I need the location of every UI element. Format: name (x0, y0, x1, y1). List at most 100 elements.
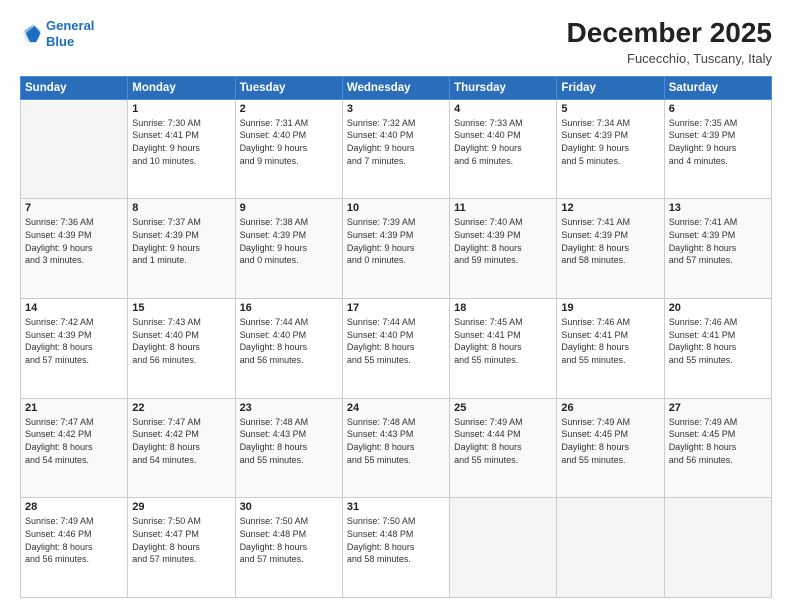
day-number: 8 (132, 202, 230, 214)
calendar-cell: 18Sunrise: 7:45 AM Sunset: 4:41 PM Dayli… (450, 299, 557, 399)
calendar-cell: 25Sunrise: 7:49 AM Sunset: 4:44 PM Dayli… (450, 398, 557, 498)
day-number: 16 (240, 302, 338, 314)
cell-info: Sunrise: 7:49 AM Sunset: 4:45 PM Dayligh… (561, 416, 659, 466)
day-number: 17 (347, 302, 445, 314)
day-number: 5 (561, 103, 659, 115)
calendar-cell: 30Sunrise: 7:50 AM Sunset: 4:48 PM Dayli… (235, 498, 342, 598)
day-header-monday: Monday (128, 76, 235, 99)
calendar-cell: 9Sunrise: 7:38 AM Sunset: 4:39 PM Daylig… (235, 199, 342, 299)
cell-info: Sunrise: 7:43 AM Sunset: 4:40 PM Dayligh… (132, 316, 230, 366)
calendar-cell: 14 Sunrise: 7:42 AM Sunset: 4:39 PM Dayli… (21, 299, 128, 399)
cell-info: Sunrise: 7:48 AM Sunset: 4:43 PM Dayligh… (347, 416, 445, 466)
cell-info: Sunrise: 7:39 AM Sunset: 4:39 PM Dayligh… (347, 216, 445, 266)
cell-info: Sunrise: 7:44 AM Sunset: 4:40 PM Dayligh… (240, 316, 338, 366)
day-header-friday: Friday (557, 76, 664, 99)
month-title: December 2025 (567, 18, 772, 49)
day-number: 4 (454, 103, 552, 115)
calendar-cell: 29 Sunrise: 7:50 AM Sunset: 4:47 PM Dayli… (128, 498, 235, 598)
location: Fucecchio, Tuscany, Italy (567, 51, 772, 66)
cell-info: Sunrise: 7:40 AM Sunset: 4:39 PM Dayligh… (454, 216, 552, 266)
calendar-header-row: SundayMondayTuesdayWednesdayThursdayFrid… (21, 76, 772, 99)
logo-line2: Blue (46, 34, 74, 49)
calendar-cell: 16 Sunrise: 7:44 AM Sunset: 4:40 PM Dayli… (235, 299, 342, 399)
calendar-week-4: 21Sunrise: 7:47 AM Sunset: 4:42 PM Dayli… (21, 398, 772, 498)
calendar-cell: 24Sunrise: 7:48 AM Sunset: 4:43 PM Dayli… (342, 398, 449, 498)
cell-info: Sunrise: 7:45 AM Sunset: 4:41 PM Dayligh… (454, 316, 552, 366)
calendar-cell: 11 Sunrise: 7:40 AM Sunset: 4:39 PM Dayli… (450, 199, 557, 299)
calendar-table: SundayMondayTuesdayWednesdayThursdayFrid… (20, 76, 772, 598)
header: General Blue December 2025 Fucecchio, Tu… (20, 18, 772, 66)
calendar-cell: 8Sunrise: 7:37 AM Sunset: 4:39 PM Daylig… (128, 199, 235, 299)
day-header-wednesday: Wednesday (342, 76, 449, 99)
day-number: 1 (132, 103, 230, 115)
cell-info: Sunrise: 7:49 AM Sunset: 4:46 PM Dayligh… (25, 515, 123, 565)
calendar-cell: 19 Sunrise: 7:46 AM Sunset: 4:41 PM Dayli… (557, 299, 664, 399)
day-number: 31 (347, 501, 445, 513)
logo: General Blue (20, 18, 94, 49)
day-number: 23 (240, 402, 338, 414)
cell-info: Sunrise: 7:46 AM Sunset: 4:41 PM Dayligh… (669, 316, 767, 366)
cell-info: Sunrise: 7:31 AM Sunset: 4:40 PM Dayligh… (240, 117, 338, 167)
cell-info: Sunrise: 7:50 AM Sunset: 4:48 PM Dayligh… (347, 515, 445, 565)
day-number: 12 (561, 202, 659, 214)
cell-info: Sunrise: 7:38 AM Sunset: 4:39 PM Dayligh… (240, 216, 338, 266)
calendar-week-2: 7 Sunrise: 7:36 AM Sunset: 4:39 PM Daylig… (21, 199, 772, 299)
title-block: December 2025 Fucecchio, Tuscany, Italy (567, 18, 772, 66)
day-number: 13 (669, 202, 767, 214)
day-number: 29 (132, 501, 230, 513)
day-number: 11 (454, 202, 552, 214)
calendar-cell: 21Sunrise: 7:47 AM Sunset: 4:42 PM Dayli… (21, 398, 128, 498)
calendar-week-5: 28 Sunrise: 7:49 AM Sunset: 4:46 PM Dayli… (21, 498, 772, 598)
calendar-cell: 2 Sunrise: 7:31 AM Sunset: 4:40 PM Daylig… (235, 99, 342, 199)
day-number: 2 (240, 103, 338, 115)
cell-info: Sunrise: 7:33 AM Sunset: 4:40 PM Dayligh… (454, 117, 552, 167)
cell-info: Sunrise: 7:47 AM Sunset: 4:42 PM Dayligh… (25, 416, 123, 466)
calendar-cell: 15 Sunrise: 7:43 AM Sunset: 4:40 PM Dayli… (128, 299, 235, 399)
cell-info: Sunrise: 7:42 AM Sunset: 4:39 PM Dayligh… (25, 316, 123, 366)
day-number: 27 (669, 402, 767, 414)
calendar-cell: 17Sunrise: 7:44 AM Sunset: 4:40 PM Dayli… (342, 299, 449, 399)
cell-info: Sunrise: 7:34 AM Sunset: 4:39 PM Dayligh… (561, 117, 659, 167)
cell-info: Sunrise: 7:41 AM Sunset: 4:39 PM Dayligh… (669, 216, 767, 266)
day-number: 25 (454, 402, 552, 414)
day-header-saturday: Saturday (664, 76, 771, 99)
calendar-cell: 12Sunrise: 7:41 AM Sunset: 4:39 PM Dayli… (557, 199, 664, 299)
calendar-cell: 26Sunrise: 7:49 AM Sunset: 4:45 PM Dayli… (557, 398, 664, 498)
day-number: 22 (132, 402, 230, 414)
cell-info: Sunrise: 7:49 AM Sunset: 4:45 PM Dayligh… (669, 416, 767, 466)
day-number: 15 (132, 302, 230, 314)
calendar-cell (21, 99, 128, 199)
day-number: 6 (669, 103, 767, 115)
day-header-thursday: Thursday (450, 76, 557, 99)
calendar-cell: 31 Sunrise: 7:50 AM Sunset: 4:48 PM Dayli… (342, 498, 449, 598)
day-number: 7 (25, 202, 123, 214)
calendar-week-1: 1Sunrise: 7:30 AM Sunset: 4:41 PM Daylig… (21, 99, 772, 199)
page: General Blue December 2025 Fucecchio, Tu… (0, 0, 792, 612)
cell-info: Sunrise: 7:46 AM Sunset: 4:41 PM Dayligh… (561, 316, 659, 366)
calendar-cell: 1Sunrise: 7:30 AM Sunset: 4:41 PM Daylig… (128, 99, 235, 199)
logo-icon (20, 23, 42, 45)
calendar-cell: 28 Sunrise: 7:49 AM Sunset: 4:46 PM Dayli… (21, 498, 128, 598)
calendar-cell: 10 Sunrise: 7:39 AM Sunset: 4:39 PM Dayli… (342, 199, 449, 299)
day-number: 10 (347, 202, 445, 214)
day-number: 14 (25, 302, 123, 314)
calendar-cell: 13 Sunrise: 7:41 AM Sunset: 4:39 PM Dayli… (664, 199, 771, 299)
calendar-cell: 3Sunrise: 7:32 AM Sunset: 4:40 PM Daylig… (342, 99, 449, 199)
cell-info: Sunrise: 7:50 AM Sunset: 4:47 PM Dayligh… (132, 515, 230, 565)
calendar-cell: 7 Sunrise: 7:36 AM Sunset: 4:39 PM Daylig… (21, 199, 128, 299)
calendar-cell: 4 Sunrise: 7:33 AM Sunset: 4:40 PM Daylig… (450, 99, 557, 199)
calendar-cell: 20Sunrise: 7:46 AM Sunset: 4:41 PM Dayli… (664, 299, 771, 399)
calendar-cell (557, 498, 664, 598)
calendar-cell: 27 Sunrise: 7:49 AM Sunset: 4:45 PM Dayli… (664, 398, 771, 498)
day-number: 28 (25, 501, 123, 513)
cell-info: Sunrise: 7:35 AM Sunset: 4:39 PM Dayligh… (669, 117, 767, 167)
logo-text: General Blue (46, 18, 94, 49)
calendar-cell: 22Sunrise: 7:47 AM Sunset: 4:42 PM Dayli… (128, 398, 235, 498)
day-number: 19 (561, 302, 659, 314)
cell-info: Sunrise: 7:36 AM Sunset: 4:39 PM Dayligh… (25, 216, 123, 266)
cell-info: Sunrise: 7:32 AM Sunset: 4:40 PM Dayligh… (347, 117, 445, 167)
calendar-cell (450, 498, 557, 598)
day-header-sunday: Sunday (21, 76, 128, 99)
calendar-cell (664, 498, 771, 598)
calendar-cell: 5 Sunrise: 7:34 AM Sunset: 4:39 PM Daylig… (557, 99, 664, 199)
